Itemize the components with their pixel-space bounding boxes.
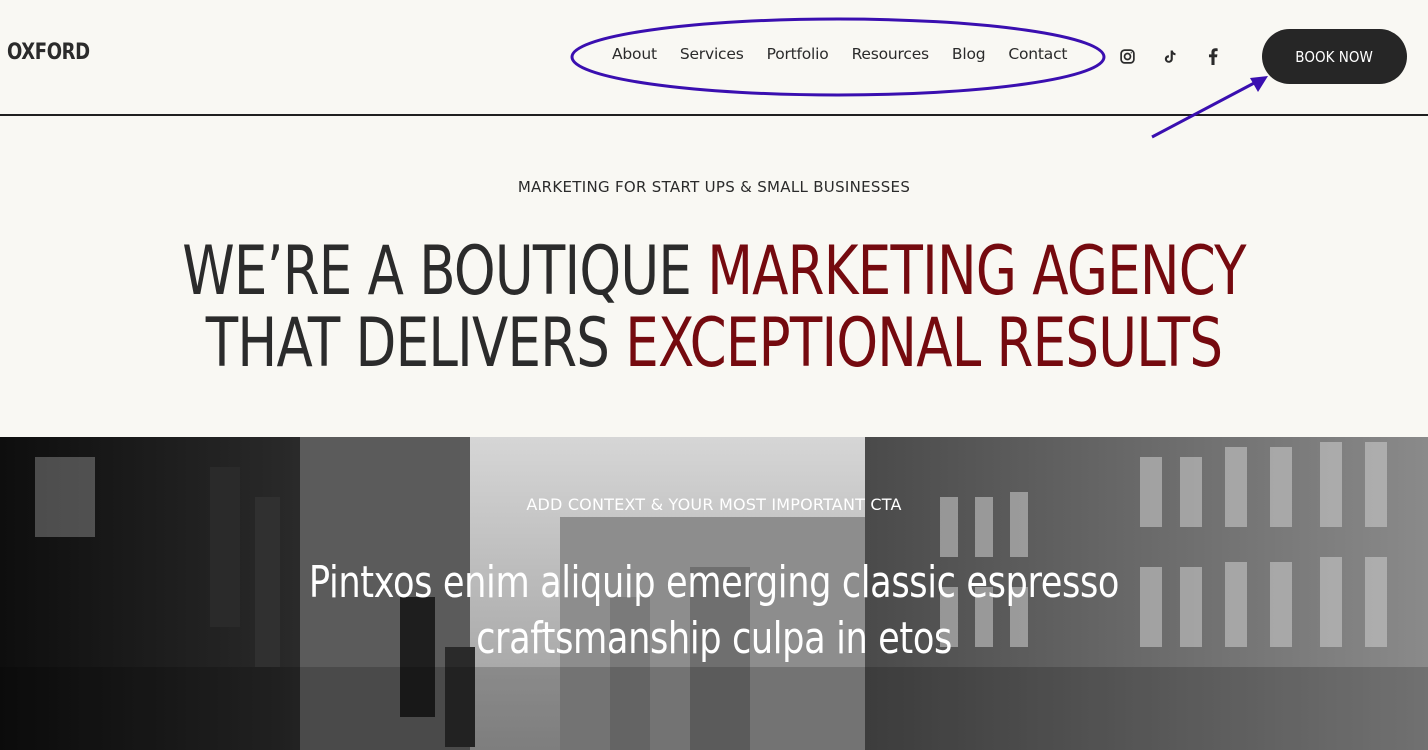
nav-services[interactable]: Services: [680, 45, 744, 63]
hero-kicker: MARKETING FOR START UPS & SMALL BUSINESS…: [517, 178, 911, 196]
tiktok-icon[interactable]: [1160, 46, 1180, 66]
photo-headline-line2: craftsmanship culpa in etos: [476, 613, 952, 664]
main-nav: About Services Portfolio Resources Blog …: [612, 45, 1090, 63]
nav-contact[interactable]: Contact: [1008, 45, 1067, 63]
hero-section: MARKETING FOR START UPS & SMALL BUSINESS…: [0, 118, 1428, 437]
nav-about[interactable]: About: [612, 45, 657, 63]
book-now-button[interactable]: BOOK NOW: [1262, 29, 1407, 84]
photo-cta-label: ADD CONTEXT & YOUR MOST IMPORTANT CTA: [526, 495, 902, 514]
nav-portfolio[interactable]: Portfolio: [767, 45, 829, 63]
headline-line1-accent: MARKETING AGENCY: [707, 232, 1246, 311]
site-header: OXFORD About Services Portfolio Resource…: [0, 0, 1428, 116]
site-logo[interactable]: OXFORD: [7, 40, 90, 65]
nav-blog[interactable]: Blog: [952, 45, 986, 63]
photo-headline-line1: Pintxos enim aliquip emerging classic es…: [308, 557, 1120, 608]
headline-line2-accent: EXCEPTIONAL RESULTS: [625, 304, 1223, 383]
headline-line2-dark: THAT DELIVERS: [205, 304, 626, 383]
headline-line1-dark: WE’RE A BOUTIQUE: [182, 232, 708, 311]
facebook-icon[interactable]: [1203, 46, 1223, 66]
nav-resources[interactable]: Resources: [852, 45, 930, 63]
photo-headline: Pintxos enim aliquip emerging classic es…: [143, 555, 1285, 667]
instagram-icon[interactable]: [1117, 46, 1137, 66]
city-photo-section: ADD CONTEXT & YOUR MOST IMPORTANT CTA Pi…: [0, 437, 1428, 750]
hero-headline: WE’RE A BOUTIQUE MARKETING AGENCY THAT D…: [157, 236, 1271, 380]
